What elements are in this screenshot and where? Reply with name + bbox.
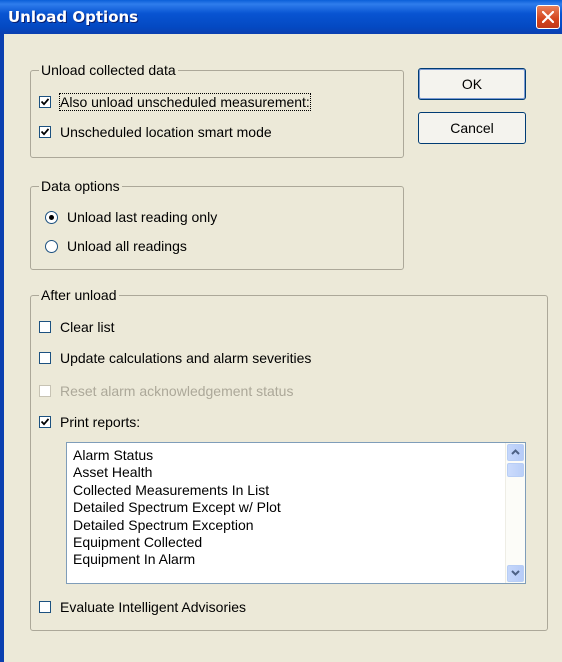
window-title: Unload Options (8, 8, 139, 26)
also-unload-unscheduled-label: Also unload unscheduled measurement: (59, 93, 311, 111)
scroll-up-button[interactable] (507, 444, 524, 461)
update-calculations-option[interactable]: Update calculations and alarm severities (39, 348, 311, 368)
reset-alarm-ack-label: Reset alarm acknowledgement status (60, 383, 294, 399)
reports-scrollbar[interactable] (505, 443, 525, 583)
all-readings-label: Unload all readings (67, 238, 187, 254)
ok-button[interactable]: OK (418, 68, 526, 100)
checkmark-icon (41, 128, 49, 136)
evaluate-advisories-option[interactable]: Evaluate Intelligent Advisories (39, 597, 246, 617)
after-unload-legend: After unload (39, 286, 119, 304)
list-item[interactable]: Equipment In Alarm (67, 551, 485, 568)
also-unload-unscheduled-option[interactable]: Also unload unscheduled measurement: (39, 92, 311, 112)
arrow-down-icon (511, 570, 520, 576)
last-reading-only-label: Unload last reading only (67, 209, 218, 225)
data-options-group: Data options (30, 177, 404, 270)
clear-list-checkbox[interactable] (39, 321, 51, 333)
also-unload-unscheduled-checkbox[interactable] (39, 96, 51, 108)
reset-alarm-ack-option: Reset alarm acknowledgement status (39, 381, 293, 401)
unload-collected-group: Unload collected data (30, 61, 404, 158)
close-x-icon (542, 11, 554, 23)
evaluate-advisories-label: Evaluate Intelligent Advisories (60, 599, 246, 615)
data-options-legend: Data options (39, 177, 122, 195)
last-reading-only-option[interactable]: Unload last reading only (45, 207, 217, 227)
reports-listbox[interactable]: Alarm Status Asset Health Collected Meas… (66, 442, 526, 584)
close-button[interactable] (536, 5, 560, 29)
checkmark-icon (41, 418, 49, 426)
arrow-up-icon (511, 449, 520, 455)
list-item[interactable]: Asset Health (67, 464, 485, 481)
print-reports-checkbox[interactable] (39, 416, 51, 428)
list-item[interactable]: Equipment Collected (67, 534, 485, 551)
last-reading-only-radio[interactable] (45, 210, 58, 224)
list-item[interactable]: Collected Measurements In List (67, 482, 485, 499)
list-item[interactable]: Detailed Spectrum Exception (67, 517, 485, 534)
clear-list-label: Clear list (60, 319, 115, 335)
list-item[interactable]: Detailed Spectrum Except w/ Plot (67, 499, 485, 516)
all-readings-option[interactable]: Unload all readings (45, 236, 187, 256)
unload-collected-legend: Unload collected data (39, 61, 178, 79)
checkmark-icon (41, 98, 49, 106)
reset-alarm-ack-checkbox (39, 385, 51, 397)
update-calculations-label: Update calculations and alarm severities (60, 350, 312, 366)
unscheduled-smart-mode-label: Unscheduled location smart mode (60, 124, 272, 140)
unscheduled-smart-mode-checkbox[interactable] (39, 126, 51, 138)
clear-list-option[interactable]: Clear list (39, 317, 114, 337)
cancel-button[interactable]: Cancel (418, 112, 526, 144)
unload-options-dialog: Unload Options Unload collected data Als… (0, 0, 562, 662)
window-frame-left (0, 34, 4, 662)
list-item[interactable]: Alarm Status (67, 447, 485, 464)
title-bar[interactable]: Unload Options (0, 0, 562, 34)
evaluate-advisories-checkbox[interactable] (39, 601, 51, 613)
scroll-thumb[interactable] (507, 463, 524, 477)
reports-list: Alarm Status Asset Health Collected Meas… (67, 447, 485, 569)
print-reports-option[interactable]: Print reports: (39, 412, 140, 432)
unscheduled-smart-mode-option[interactable]: Unscheduled location smart mode (39, 122, 272, 142)
all-readings-radio[interactable] (45, 239, 58, 253)
update-calculations-checkbox[interactable] (39, 352, 51, 364)
radio-selected-dot (49, 214, 54, 220)
scroll-down-button[interactable] (507, 565, 524, 582)
print-reports-label: Print reports: (60, 414, 141, 430)
